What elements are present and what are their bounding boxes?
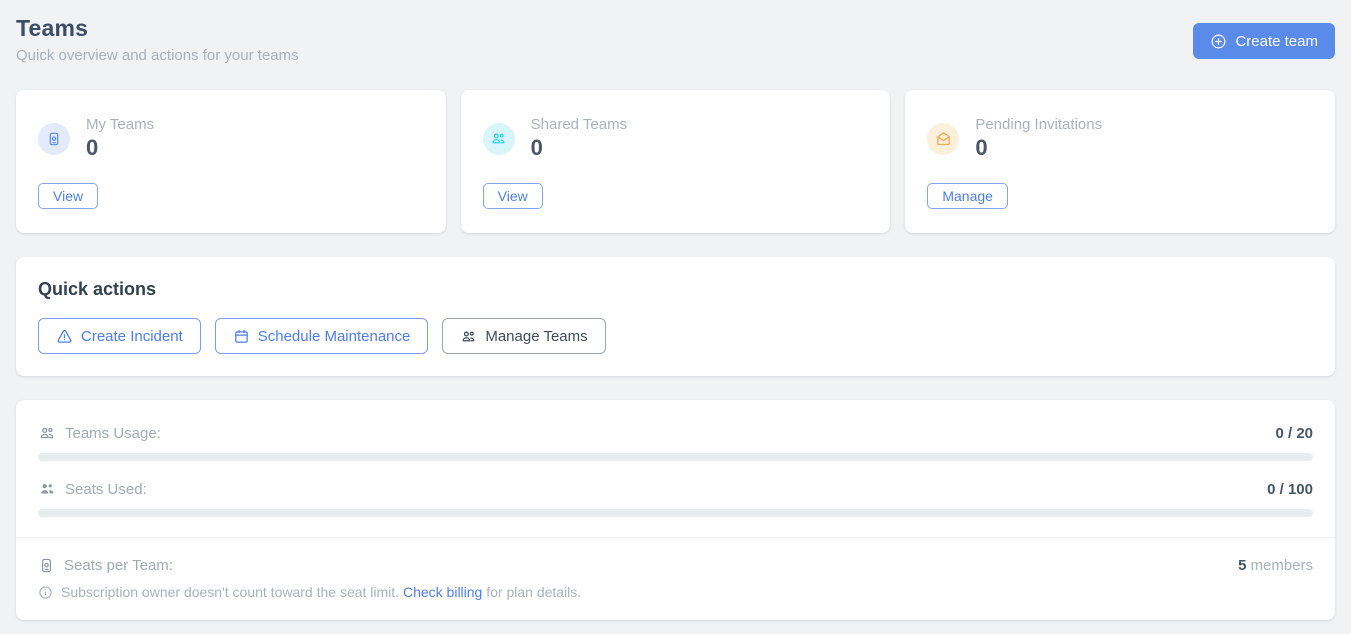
seats-used-progress-bar [38, 509, 1313, 517]
teams-usage-value: 0 / 20 [1275, 425, 1313, 442]
teams-usage-label: Teams Usage: [65, 425, 161, 442]
seats-used-value: 0 / 100 [1267, 481, 1313, 498]
shared-teams-card: Shared Teams 0 View [461, 90, 891, 233]
page-title: Teams [16, 15, 299, 42]
circled-plus-icon [1210, 33, 1227, 50]
create-team-button[interactable]: Create team [1193, 23, 1335, 59]
teams-usage-progress-bar [38, 453, 1313, 461]
my-teams-card: My Teams 0 View [16, 90, 446, 233]
page-header-text: Teams Quick overview and actions for you… [16, 15, 299, 64]
note-text-after: for plan details. [486, 584, 581, 600]
stat-cards-row: My Teams 0 View Shared Teams 0 View [16, 90, 1335, 233]
people-outline-icon [38, 424, 56, 442]
note-text-before: Subscription owner doesn't count toward … [61, 584, 399, 600]
quick-actions-title: Quick actions [38, 279, 1313, 300]
stat-value: 0 [86, 135, 154, 161]
seat-limit-note: Subscription owner doesn't count toward … [38, 584, 1313, 600]
page-subtitle: Quick overview and actions for your team… [16, 47, 299, 64]
check-billing-link[interactable]: Check billing [403, 584, 482, 600]
usage-divider [16, 537, 1335, 538]
open-envelope-icon [927, 123, 959, 155]
seats-used-label: Seats Used: [65, 481, 147, 498]
page-header: Teams Quick overview and actions for you… [16, 15, 1335, 64]
create-team-label: Create team [1235, 33, 1318, 50]
schedule-maintenance-button[interactable]: Schedule Maintenance [215, 318, 429, 354]
warning-triangle-icon [56, 328, 73, 345]
stat-label: Shared Teams [531, 116, 627, 133]
contact-badge-icon [38, 557, 55, 574]
schedule-maintenance-label: Schedule Maintenance [258, 328, 411, 345]
seats-per-team-row: Seats per Team: 5members [38, 557, 1313, 574]
seats-per-team-label: Seats per Team: [64, 557, 173, 574]
teams-usage-row: Teams Usage: 0 / 20 [38, 424, 1313, 442]
manage-teams-label: Manage Teams [485, 328, 587, 345]
contact-badge-icon [38, 123, 70, 155]
people-filled-icon [38, 480, 56, 498]
my-teams-view-button[interactable]: View [38, 183, 98, 209]
stat-value: 0 [975, 135, 1102, 161]
pending-invitations-manage-button[interactable]: Manage [927, 183, 1008, 209]
stat-value: 0 [531, 135, 627, 161]
pending-invitations-card: Pending Invitations 0 Manage [905, 90, 1335, 233]
calendar-icon [233, 328, 250, 345]
create-incident-label: Create Incident [81, 328, 183, 345]
info-circle-icon [38, 585, 53, 600]
people-icon [483, 123, 515, 155]
manage-teams-button[interactable]: Manage Teams [442, 318, 605, 354]
create-incident-button[interactable]: Create Incident [38, 318, 201, 354]
usage-panel: Teams Usage: 0 / 20 Seats Used: 0 / 100 [16, 400, 1335, 620]
seats-used-row: Seats Used: 0 / 100 [38, 480, 1313, 498]
shared-teams-view-button[interactable]: View [483, 183, 543, 209]
stat-label: My Teams [86, 116, 154, 133]
seats-per-team-value: 5members [1238, 557, 1313, 574]
people-icon [460, 328, 477, 345]
stat-label: Pending Invitations [975, 116, 1102, 133]
quick-actions-panel: Quick actions Create Incident Schedule M… [16, 257, 1335, 376]
